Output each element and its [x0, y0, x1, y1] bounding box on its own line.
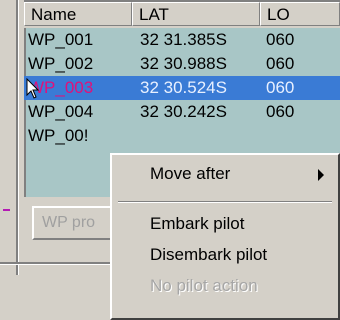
menu-item-disembark-pilot[interactable]: Disembark pilot [112, 240, 338, 270]
table-row[interactable]: WP_002 32 30.988S 060 [24, 52, 340, 76]
cell-name: WP_00! [28, 126, 89, 145]
cell-lon [260, 124, 340, 148]
grid-rows: WP_001 32 31.385S 060 WP_002 32 30.988S … [24, 28, 340, 148]
cell-lat: 32 30.988S [140, 54, 227, 73]
submenu-arrow-icon [318, 169, 324, 181]
wp-properties-button[interactable]: WP pro [32, 206, 120, 240]
cell-name: WP_002 [28, 54, 94, 73]
mouse-pointer-icon [26, 78, 40, 99]
menu-item-move-after[interactable]: Move after [112, 159, 338, 189]
table-row[interactable]: WP_004 32 30.242S 060 [24, 100, 340, 124]
table-row-selected[interactable]: WP_003 32 30.524S 060 [24, 76, 340, 100]
panel-bottom-border-highlight [0, 264, 125, 265]
cell-lon: 060 [266, 30, 295, 49]
table-row[interactable]: WP_001 32 31.385S 060 [24, 28, 340, 52]
table-row[interactable]: WP_00! [24, 124, 340, 148]
column-header-lat[interactable]: LAT [132, 2, 260, 26]
menu-item-embark-pilot[interactable]: Embark pilot [112, 209, 338, 239]
menu-item-label: Move after [150, 164, 231, 183]
menu-separator-highlight [118, 202, 332, 203]
column-header-lon[interactable]: LO [260, 2, 340, 26]
grid-header: Name LAT LO [24, 2, 340, 28]
cell-lon: 060 [266, 54, 295, 73]
cell-name: WP_001 [28, 30, 94, 49]
cell-lat: 32 31.385S [140, 30, 227, 49]
cell-lat [132, 124, 260, 148]
cell-lat: 32 30.524S [140, 78, 227, 97]
menu-item-no-pilot-action: No pilot action [150, 276, 258, 295]
cell-name: WP_004 [28, 102, 94, 121]
cell-lat: 32 30.242S [140, 102, 227, 121]
cell-lon: 060 [266, 78, 295, 97]
column-header-name[interactable]: Name [24, 2, 132, 26]
cell-lon: 060 [266, 102, 295, 121]
context-menu: Move after Embark pilot Disembark pilot … [110, 153, 340, 320]
waypoint-panel: Name LAT LO WP_001 32 31.385S 060 WP_002… [0, 0, 340, 320]
pink-marker [3, 209, 10, 211]
panel-border-highlight [18, 0, 19, 275]
